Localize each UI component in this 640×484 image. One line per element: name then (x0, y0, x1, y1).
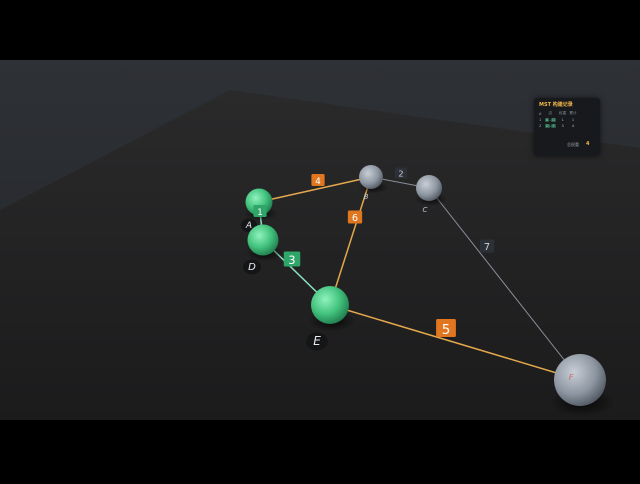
row-edge-from: A (544, 118, 550, 122)
mst-table: # 边 权重 累计 1 A–D 1 1 2 D–E 3 4 (537, 110, 578, 129)
node-sphere[interactable] (311, 286, 349, 324)
node-label: E (313, 334, 321, 348)
weight-label: 2 (398, 169, 403, 179)
table-row: 2 D–E 3 4 (537, 123, 578, 129)
graph-scene[interactable]: ADEBCF 1346527 (0, 0, 640, 480)
node-sphere[interactable] (247, 224, 279, 256)
scene-viewport[interactable]: ADEBCF 1346527 MST 构建记录 # 边 权重 累计 1 A–D … (0, 0, 640, 480)
header-weight: 权重 (559, 111, 567, 115)
weight-label: 3 (288, 254, 295, 267)
edge-weight-badge: 2 (394, 167, 408, 179)
node-sphere[interactable] (359, 165, 383, 189)
node-label: A (245, 221, 252, 231)
header-edge: 边 (548, 111, 553, 115)
edge-weight-badge: 5 (436, 319, 456, 338)
letterbox-bottom (0, 420, 640, 480)
node-sphere[interactable] (416, 175, 442, 201)
edge-weight-badge: 4 (311, 174, 325, 187)
node-label: F (569, 373, 574, 382)
edge-weight-badge: 6 (347, 210, 363, 224)
header-total: 累计 (569, 111, 577, 115)
edge-weight-badge: 7 (479, 239, 495, 253)
letterbox-top (0, 0, 640, 60)
node-label: C (423, 206, 428, 214)
row-edge-to: D (551, 118, 556, 122)
edge-weight-badge: 1 (253, 205, 267, 218)
node-sphere[interactable] (554, 354, 606, 406)
node-label: D (248, 262, 256, 273)
edge-weight-badge: 3 (283, 251, 301, 267)
mst-record-panel: MST 构建记录 # 边 权重 累计 1 A–D 1 1 2 D–E 3 4 总… (534, 98, 600, 156)
weight-label: 7 (484, 242, 490, 253)
weight-label: 4 (315, 177, 321, 187)
panel-title: MST 构建记录 (539, 102, 573, 108)
row-edge: D–E (543, 123, 557, 129)
row-weight: 3 (561, 124, 564, 128)
row-total: 4 (571, 124, 575, 128)
weight-label: 1 (257, 208, 263, 218)
node-label: B (364, 193, 369, 201)
row-edge-to: E (551, 124, 556, 128)
weight-label: 6 (352, 213, 358, 224)
total-weight-label: 总权重 (567, 142, 579, 147)
weight-label: 5 (442, 322, 451, 338)
row-edge-from: D (544, 124, 550, 128)
table-header-row: # 边 权重 累计 (537, 110, 578, 117)
total-weight-value: 4 (586, 141, 590, 147)
